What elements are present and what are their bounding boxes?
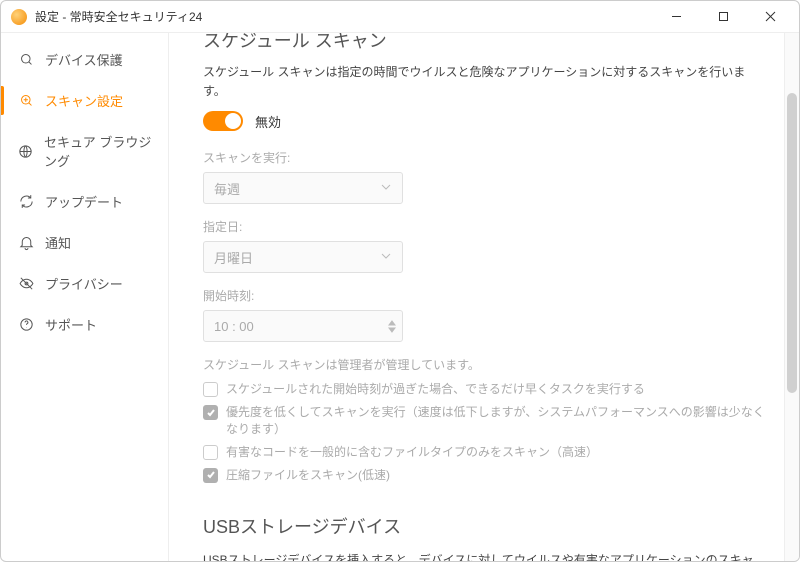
maximize-button[interactable] xyxy=(701,4,746,30)
start-time-label: 開始時刻: xyxy=(203,287,765,304)
vertical-scrollbar[interactable] xyxy=(784,33,799,561)
checkbox-common-filetypes[interactable] xyxy=(203,445,218,460)
option-low-priority: 優先度を低くしてスキャンを実行（速度は低下しますが、システムパフォーマンスへの影… xyxy=(203,404,765,438)
bell-icon xyxy=(17,234,35,252)
section-title-scheduled-scan: スケジュール スキャン xyxy=(203,33,765,53)
run-scan-value: 毎週 xyxy=(214,179,240,198)
option-common-filetypes: 有害なコードを一般的に含むファイルタイプのみをスキャン（高速） xyxy=(203,444,765,461)
window-title: 設定 - 常時安全セキュリティ24 xyxy=(35,8,202,25)
sidebar-item-label: セキュア ブラウジング xyxy=(44,132,152,170)
section-title-usb: USBストレージデバイス xyxy=(203,513,765,539)
globe-icon xyxy=(17,142,34,160)
option-label: スケジュールされた開始時刻が過ぎた場合、できるだけ早くタスクを実行する xyxy=(226,381,645,398)
spinner-arrows-icon xyxy=(388,320,396,333)
day-select[interactable]: 月曜日 xyxy=(203,241,403,273)
day-value: 月曜日 xyxy=(214,248,253,267)
checkbox-run-if-missed[interactable] xyxy=(203,382,218,397)
checkbox-scan-archives[interactable] xyxy=(203,468,218,483)
scrollbar-thumb[interactable] xyxy=(787,93,797,393)
sidebar-item-label: デバイス保護 xyxy=(45,50,123,69)
sidebar-item-update[interactable]: アップデート xyxy=(1,181,168,222)
option-run-if-missed: スケジュールされた開始時刻が過ぎた場合、できるだけ早くタスクを実行する xyxy=(203,381,765,398)
app-window: 設定 - 常時安全セキュリティ24 デバイス保護 スキャン設定 xyxy=(0,0,800,562)
shield-search-icon xyxy=(17,51,35,69)
sidebar-item-device-protection[interactable]: デバイス保護 xyxy=(1,39,168,80)
titlebar: 設定 - 常時安全セキュリティ24 xyxy=(1,1,799,33)
sidebar-item-label: サポート xyxy=(45,315,97,334)
scan-icon xyxy=(17,92,35,110)
sidebar-item-privacy[interactable]: プライバシー xyxy=(1,263,168,304)
start-time-value: 10 : 00 xyxy=(214,319,254,334)
body: デバイス保護 スキャン設定 セキュア ブラウジング アップデート 通知 プライバ… xyxy=(1,33,799,561)
scheduled-scan-description: スケジュール スキャンは指定の時間でウイルスと危険なアプリケーションに対するスキ… xyxy=(203,63,765,101)
option-label: 有害なコードを一般的に含むファイルタイプのみをスキャン（高速） xyxy=(226,444,598,461)
sidebar-item-label: プライバシー xyxy=(45,274,123,293)
sidebar: デバイス保護 スキャン設定 セキュア ブラウジング アップデート 通知 プライバ… xyxy=(1,33,169,561)
help-icon xyxy=(17,316,35,334)
sidebar-item-label: スキャン設定 xyxy=(45,91,123,110)
option-scan-archives: 圧縮ファイルをスキャン(低速) xyxy=(203,467,765,484)
option-label: 圧縮ファイルをスキャン(低速) xyxy=(226,467,390,484)
run-scan-select[interactable]: 毎週 xyxy=(203,172,403,204)
sidebar-item-scan-settings[interactable]: スキャン設定 xyxy=(1,80,168,121)
scheduled-scan-toggle-label: 無効 xyxy=(255,112,281,131)
minimize-button[interactable] xyxy=(654,4,699,30)
window-controls xyxy=(654,4,793,30)
scheduled-scan-toggle[interactable] xyxy=(203,111,243,131)
option-label: 優先度を低くしてスキャンを実行（速度は低下しますが、システムパフォーマンスへの影… xyxy=(226,404,765,438)
chevron-down-icon xyxy=(380,181,392,196)
scheduled-scan-disabled-area: スキャンを実行: 毎週 指定日: 月曜日 開始時刻: 10 : 00 xyxy=(203,149,765,483)
chevron-down-icon xyxy=(380,250,392,265)
refresh-icon xyxy=(17,193,35,211)
run-scan-label: スキャンを実行: xyxy=(203,149,765,166)
start-time-spinner[interactable]: 10 : 00 xyxy=(203,310,403,342)
day-label: 指定日: xyxy=(203,218,765,235)
close-button[interactable] xyxy=(748,4,793,30)
sidebar-item-secure-browsing[interactable]: セキュア ブラウジング xyxy=(1,121,168,181)
sidebar-item-label: アップデート xyxy=(45,192,123,211)
app-icon xyxy=(11,9,27,25)
sidebar-item-label: 通知 xyxy=(45,233,71,252)
eye-off-icon xyxy=(17,275,35,293)
usb-description: USBストレージデバイスを挿入すると、デバイスに対してウイルスや有害なアプリケー… xyxy=(203,551,765,561)
admin-managed-note: スケジュール スキャンは管理者が管理しています。 xyxy=(203,356,765,373)
checkbox-low-priority[interactable] xyxy=(203,405,218,420)
scheduled-scan-toggle-row: 無効 xyxy=(203,111,765,131)
main-content: スケジュール スキャン スケジュール スキャンは指定の時間でウイルスと危険なアプ… xyxy=(169,33,799,561)
sidebar-item-support[interactable]: サポート xyxy=(1,304,168,345)
sidebar-item-notifications[interactable]: 通知 xyxy=(1,222,168,263)
